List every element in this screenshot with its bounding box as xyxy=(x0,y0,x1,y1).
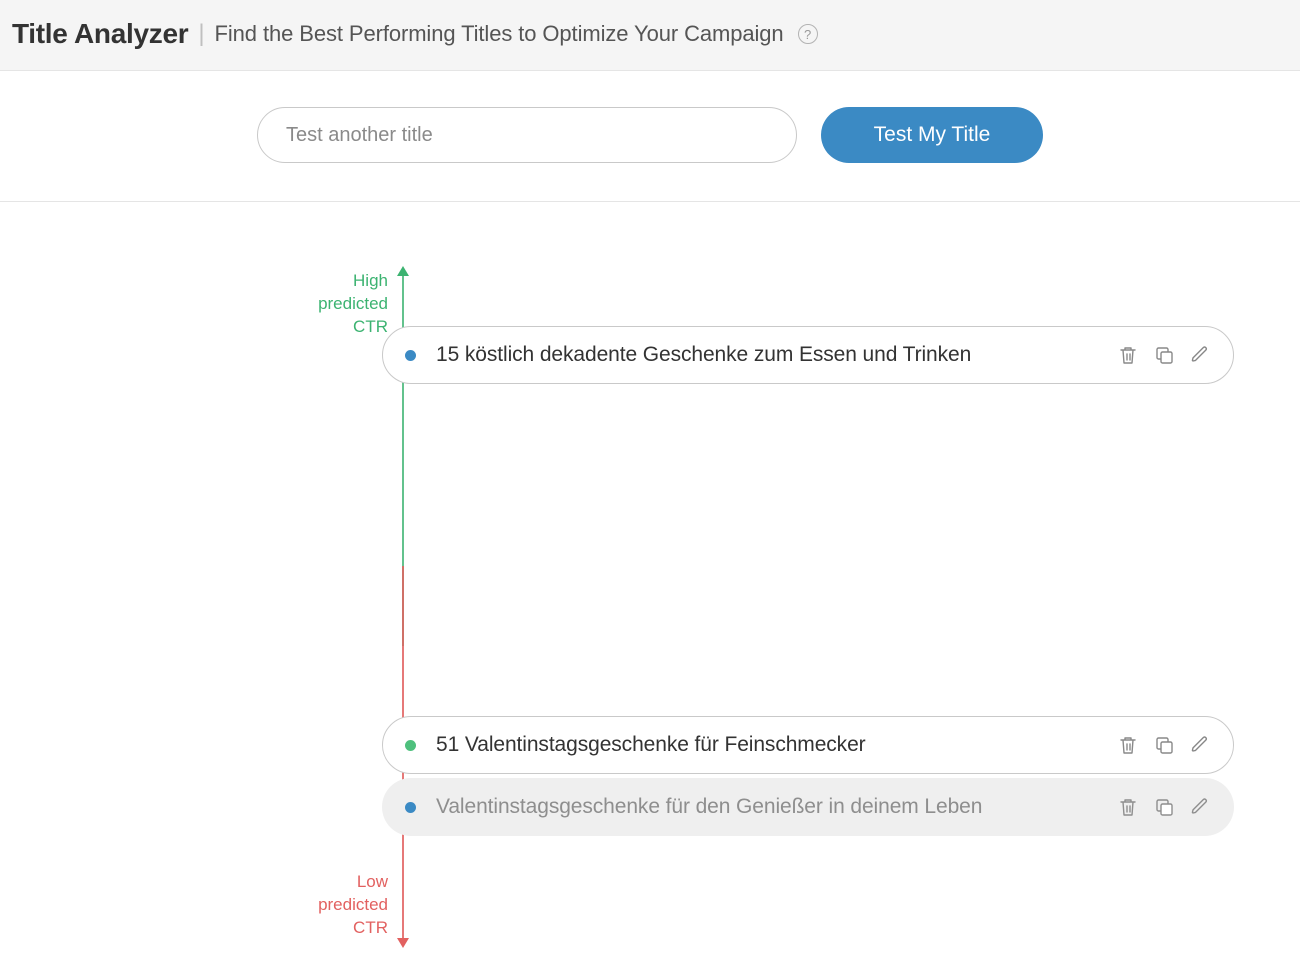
page-subtitle: Find the Best Performing Titles to Optim… xyxy=(215,21,784,47)
rank-dot-icon xyxy=(405,350,416,361)
ctr-ranking-chart: High predicted CTR Low predicted CTR 15 … xyxy=(0,266,1300,966)
trash-icon[interactable] xyxy=(1117,344,1139,366)
trash-icon[interactable] xyxy=(1117,734,1139,756)
test-title-button[interactable]: Test My Title xyxy=(821,107,1043,163)
title-input[interactable] xyxy=(257,107,797,163)
arrow-down-icon xyxy=(397,938,409,948)
edit-icon[interactable] xyxy=(1189,734,1211,756)
input-row: Test My Title xyxy=(0,107,1300,163)
title-row[interactable]: 51 Valentinstagsgeschenke für Feinschmec… xyxy=(382,716,1234,774)
title-actions xyxy=(1117,344,1211,366)
page-title: Title Analyzer xyxy=(12,18,188,50)
title-row[interactable]: 15 köstlich dekadente Geschenke zum Esse… xyxy=(382,326,1234,384)
title-actions xyxy=(1117,796,1211,818)
title-text: 15 köstlich dekadente Geschenke zum Esse… xyxy=(436,343,1097,367)
rank-dot-icon xyxy=(405,802,416,813)
help-icon[interactable]: ? xyxy=(798,24,818,44)
edit-icon[interactable] xyxy=(1189,344,1211,366)
axis-label-low: Low predicted CTR xyxy=(298,871,388,940)
copy-icon[interactable] xyxy=(1153,734,1175,756)
copy-icon[interactable] xyxy=(1153,344,1175,366)
input-area: Test My Title xyxy=(0,71,1300,202)
header-separator: | xyxy=(198,20,204,48)
title-text: 51 Valentinstagsgeschenke für Feinschmec… xyxy=(436,733,1097,757)
title-text: Valentinstagsgeschenke für den Genießer … xyxy=(436,795,1097,819)
edit-icon[interactable] xyxy=(1189,796,1211,818)
header-bar: Title Analyzer | Find the Best Performin… xyxy=(0,0,1300,71)
title-actions xyxy=(1117,734,1211,756)
title-row[interactable]: Valentinstagsgeschenke für den Genießer … xyxy=(382,778,1234,836)
rank-dot-icon xyxy=(405,740,416,751)
axis-label-high: High predicted CTR xyxy=(298,270,388,339)
trash-icon[interactable] xyxy=(1117,796,1139,818)
copy-icon[interactable] xyxy=(1153,796,1175,818)
